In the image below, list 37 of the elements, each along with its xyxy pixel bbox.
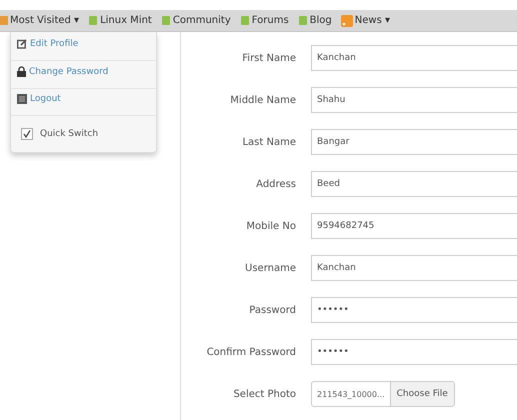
field-label: Select Photo xyxy=(232,388,296,400)
field-label: Middle Name xyxy=(229,94,296,106)
field-label: First Name xyxy=(241,52,296,64)
bookmark-link[interactable]: Most Visited ▾ xyxy=(0,15,82,26)
edit-icon xyxy=(17,39,27,49)
folder-icon xyxy=(0,15,8,26)
bookmark-link[interactable]: Forums xyxy=(238,15,291,26)
input-field[interactable]: Shahu xyxy=(311,87,517,113)
bookmark-link[interactable]: Community xyxy=(158,15,233,26)
bookmark-link[interactable]: Blog xyxy=(296,15,334,26)
checkbox[interactable] xyxy=(21,128,33,140)
list-icon xyxy=(17,94,27,104)
leaf-icon xyxy=(160,15,171,26)
field-label: Username xyxy=(244,262,296,274)
input-field[interactable]: Bangar xyxy=(311,129,517,155)
bookmark-link[interactable]: Linux Mint xyxy=(86,15,154,26)
input-field[interactable]: Kanchan xyxy=(311,45,517,71)
lock-icon xyxy=(17,66,26,77)
file-field[interactable]: 211543_10000... Choose File xyxy=(311,381,455,407)
input-field[interactable]: •••••• xyxy=(311,339,517,365)
input-field[interactable]: 9594682745 xyxy=(311,213,517,239)
rss-icon xyxy=(340,14,353,26)
quick-switch-toggle[interactable]: Quick Switch xyxy=(11,126,156,142)
field-label: Confirm Password xyxy=(206,346,296,358)
choose-file-button[interactable]: Choose File xyxy=(390,382,454,406)
field-label: Mobile No xyxy=(245,220,296,232)
leaf-icon xyxy=(240,15,250,26)
field-label: Address xyxy=(255,178,296,190)
input-field[interactable]: Beed xyxy=(311,171,517,197)
leaf-icon xyxy=(298,15,308,26)
input-field[interactable]: Kanchan xyxy=(311,255,517,281)
bookmark-link[interactable]: News ▾ xyxy=(338,14,392,26)
leaf-icon xyxy=(88,15,98,26)
field-label: Last Name xyxy=(241,136,296,148)
file-name: 211543_10000... xyxy=(316,388,386,401)
field-label: Password xyxy=(248,304,296,316)
input-field[interactable]: •••••• xyxy=(311,297,517,323)
